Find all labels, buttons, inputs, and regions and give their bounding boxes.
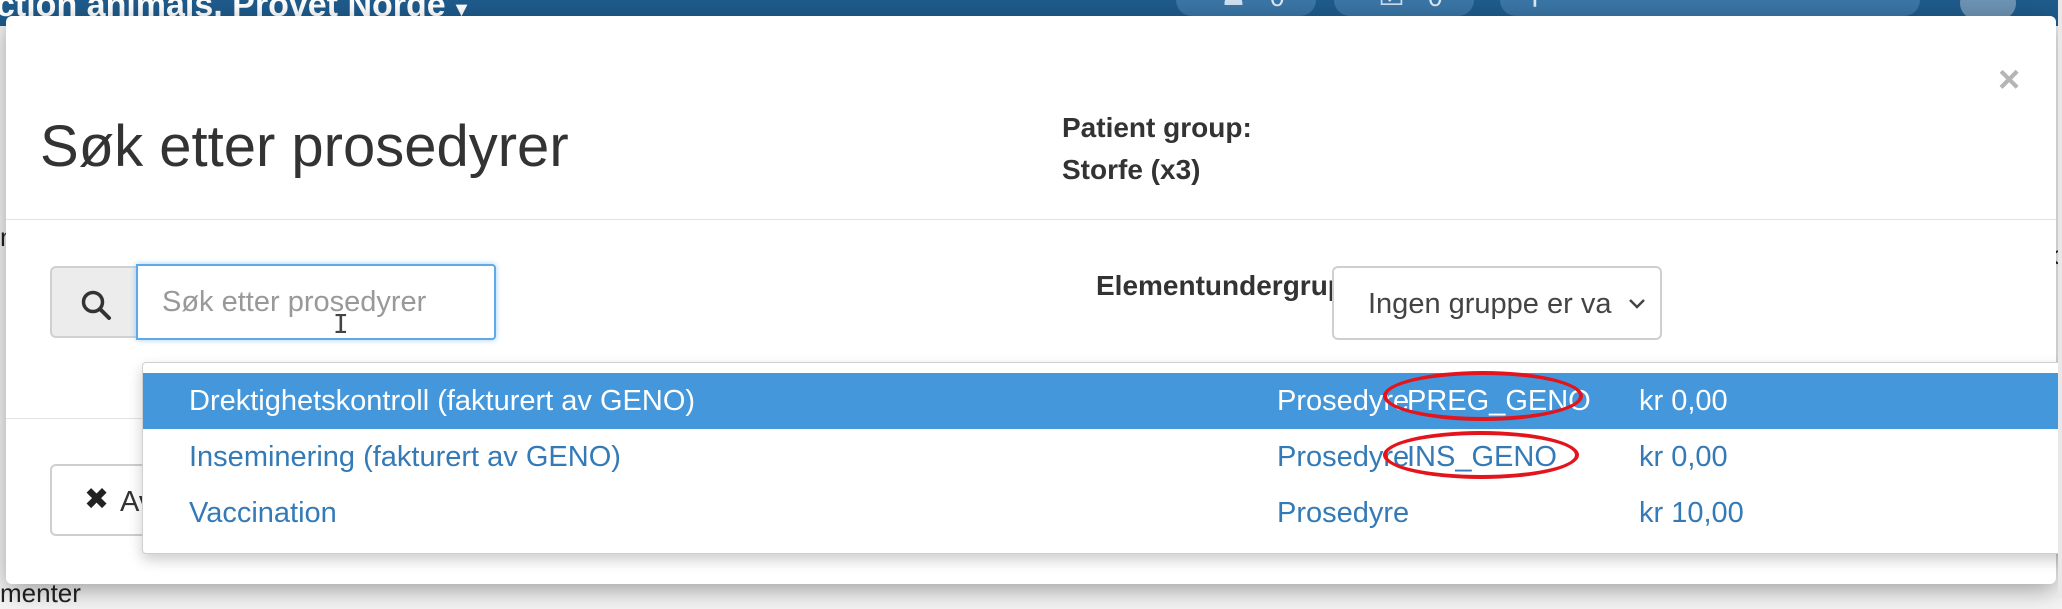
- patient-group-label: Patient group:: [1062, 112, 1252, 143]
- result-type: Prosedyre: [1277, 497, 1410, 529]
- search-addon: [50, 266, 138, 338]
- result-name: Drektighetskontroll (fakturert av GENO): [189, 385, 696, 417]
- search-icon: [81, 290, 111, 320]
- autocomplete-dropdown: Drektighetskontroll (fakturert av GENO) …: [142, 362, 2062, 554]
- result-type: Prosedyre: [1277, 441, 1410, 473]
- result-price: kr 10,00: [1639, 497, 1744, 529]
- notifications-counter[interactable]: ♟ 0: [1176, 0, 1316, 16]
- result-row[interactable]: Inseminering (fakturert av GENO) Prosedy…: [143, 429, 2062, 485]
- tasks-count: 0: [1428, 0, 1442, 13]
- result-price: kr 0,00: [1639, 385, 1728, 417]
- close-icon: ✖: [84, 483, 110, 516]
- result-row[interactable]: Drektighetskontroll (fakturert av GENO) …: [143, 373, 2062, 429]
- close-icon[interactable]: ×: [1998, 60, 2020, 100]
- result-name: Vaccination: [189, 497, 337, 529]
- chevron-down-icon: [1629, 299, 1645, 309]
- patient-group-value: Storfe (x3): [1062, 154, 1201, 185]
- result-name: Inseminering (fakturert av GENO): [189, 441, 621, 473]
- result-row[interactable]: Vaccination Prosedyre kr 10,00: [143, 485, 2062, 541]
- checkbox-icon: ☑: [1378, 0, 1405, 13]
- tasks-counter[interactable]: ☑ 0: [1334, 0, 1474, 16]
- modal-title: Søk etter prosedyrer: [40, 114, 569, 179]
- background-sidebar-edge: [2058, 0, 2062, 598]
- notifications-count: 0: [1270, 0, 1284, 13]
- text-cursor-icon: I: [333, 310, 349, 340]
- result-code: INS_GENO: [1407, 441, 1557, 473]
- subgroup-selected-value: Ingen gruppe er va: [1368, 288, 1612, 320]
- header-search[interactable]: ⚲: [1500, 0, 1920, 16]
- result-price: kr 0,00: [1639, 441, 1728, 473]
- search-icon: ⚲: [1524, 0, 1546, 11]
- bell-icon: ♟: [1220, 0, 1247, 13]
- search-input[interactable]: [136, 264, 496, 340]
- header-divider: [6, 219, 2056, 220]
- subgroup-select[interactable]: Ingen gruppe er va: [1332, 266, 1662, 340]
- result-code: PREG_GENO: [1407, 385, 1591, 417]
- result-type: Prosedyre: [1277, 385, 1410, 417]
- procedure-search-modal: × Søk etter prosedyrer Patient group: St…: [6, 16, 2062, 584]
- subgroup-label: Elementundergruppe: [1096, 270, 1334, 301]
